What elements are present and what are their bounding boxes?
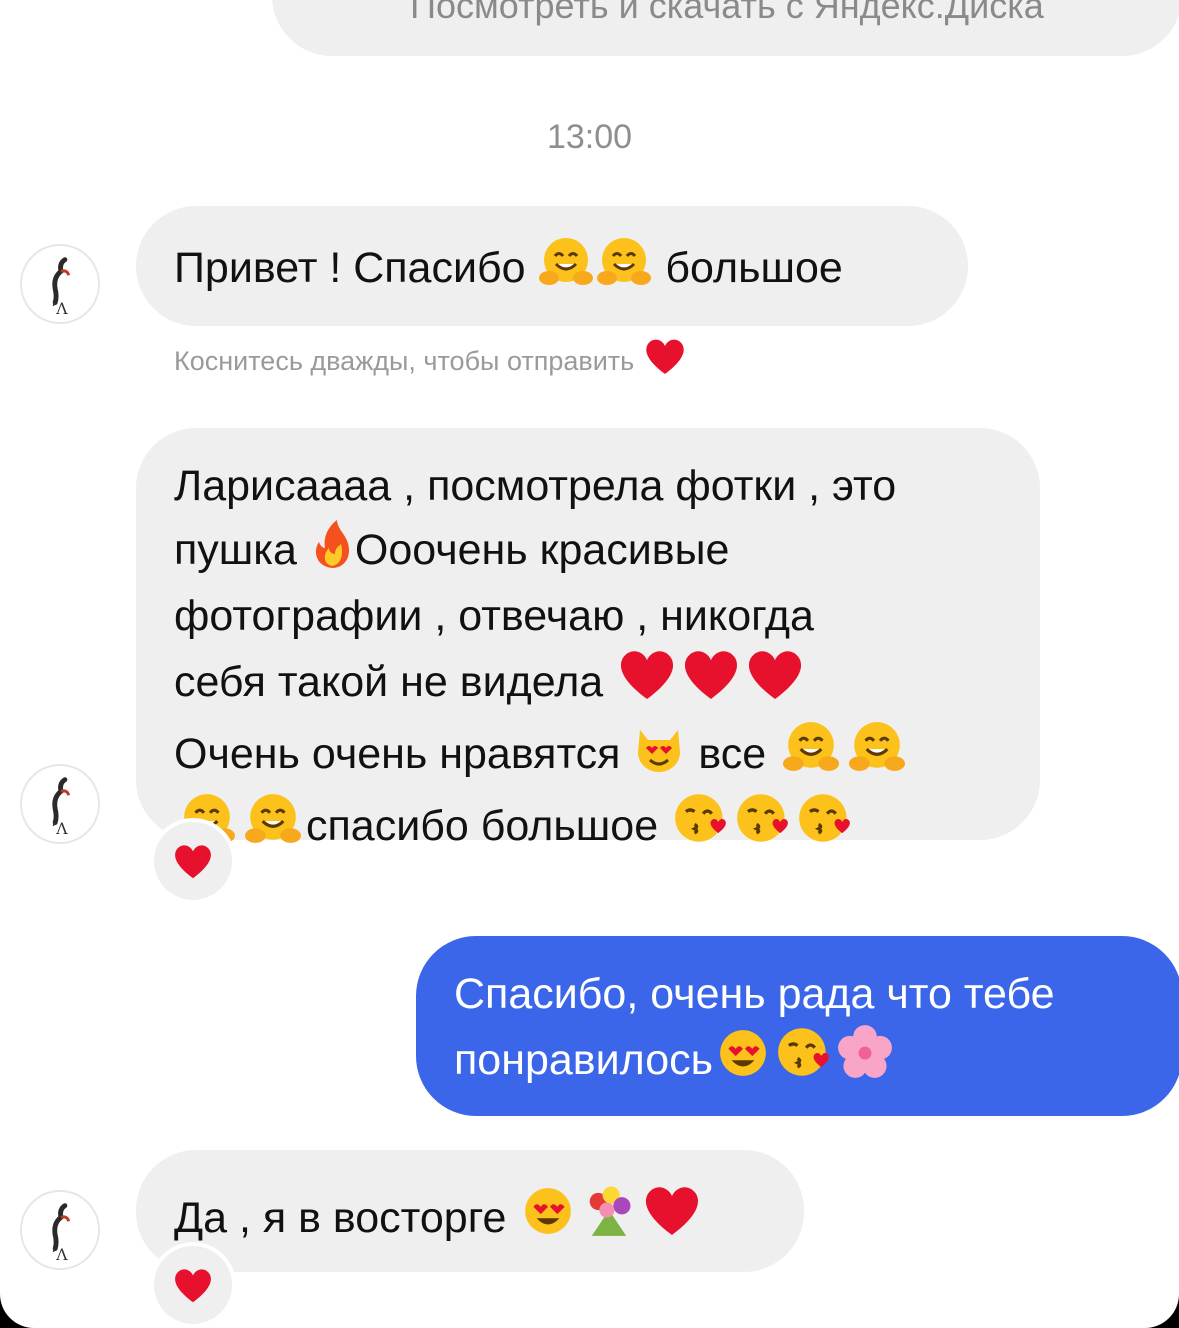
message-bubble-incoming[interactable]: Ларисаааа , посмотрела фотки , это пушка… [136, 428, 1040, 850]
message-text: Очень очень нравятся [174, 730, 633, 778]
avatar-photo-icon: ‘Λ [23, 247, 98, 322]
heart-eyes-face-icon [713, 1026, 773, 1096]
message-bubble-incoming[interactable]: Привет ! Спасибо большое [136, 206, 968, 326]
face-blowing-kiss-icon [670, 790, 732, 862]
hugging-face-icon [240, 790, 306, 862]
red-heart-icon [679, 646, 743, 718]
message-text: понравилось [454, 1036, 714, 1084]
svg-text:‘Λ: ‘Λ [51, 300, 68, 318]
hugging-face-icon [778, 718, 844, 790]
message-text: Ларисаааа , посмотрела фотки , это [174, 462, 897, 510]
previous-message-bubble[interactable]: Посмотреть и скачать с Яндекс.Диска [272, 0, 1179, 56]
message-text: Да , я в восторге [174, 1194, 519, 1242]
heart-eyes-face-icon [518, 1184, 578, 1254]
message-text: пушка [174, 526, 309, 574]
face-blowing-kiss-icon [773, 1024, 835, 1096]
fire-icon [309, 516, 355, 586]
message-text: спасибо большое [306, 802, 671, 850]
red-heart-icon [175, 1269, 211, 1303]
red-heart-icon [615, 646, 679, 718]
face-blowing-kiss-icon [794, 790, 856, 862]
red-heart-icon[interactable] [642, 336, 688, 387]
message-text: большое [653, 244, 843, 292]
message-text: себя такой не видела [174, 658, 616, 706]
face-blowing-kiss-icon [732, 790, 794, 862]
chat-screen: Посмотреть и скачать с Яндекс.Диска 13:0… [0, 0, 1179, 1328]
heart-reaction[interactable] [150, 818, 236, 904]
hint-text: Коснитесь дважды, чтобы отправить [174, 346, 635, 376]
avatar-photo-icon: ‘Λ [23, 767, 98, 842]
hugging-face-icon [537, 234, 595, 304]
cherry-blossom-icon [835, 1024, 895, 1096]
message-text: Ооочень красивые [354, 526, 730, 574]
message-text: Привет ! Спасибо [174, 244, 538, 292]
avatar-photo-icon: ‘Λ [23, 1193, 98, 1268]
bouquet-icon [578, 1180, 640, 1254]
message-text: все [686, 730, 779, 778]
timestamp: 13:00 [546, 118, 633, 156]
heart-eyes-cat-icon [632, 724, 686, 790]
red-heart-icon [175, 845, 211, 879]
message-bubble-outgoing[interactable]: Спасибо, очень рада что тебе понравилось [416, 936, 1179, 1116]
avatar[interactable]: ‘Λ [20, 1190, 100, 1270]
red-heart-icon [743, 646, 807, 718]
hugging-face-icon [844, 718, 910, 790]
red-heart-icon [640, 1182, 704, 1254]
svg-text:‘Λ: ‘Λ [51, 820, 68, 838]
message-bubble-incoming[interactable]: Да , я в восторге [136, 1150, 804, 1272]
avatar[interactable]: ‘Λ [20, 244, 100, 324]
heart-reaction[interactable] [150, 1242, 236, 1328]
svg-text:‘Λ: ‘Λ [51, 1246, 68, 1264]
previous-message-text: Посмотреть и скачать с Яндекс.Диска [410, 0, 1044, 26]
avatar[interactable]: ‘Λ [20, 764, 100, 844]
message-text: фотографии , отвечаю , никогда [174, 592, 814, 640]
hugging-face-icon [595, 234, 653, 304]
message-text: Спасибо, очень рада что тебе [454, 970, 1055, 1018]
double-tap-hint[interactable]: Коснитесь дважды, чтобы отправить [174, 336, 688, 387]
